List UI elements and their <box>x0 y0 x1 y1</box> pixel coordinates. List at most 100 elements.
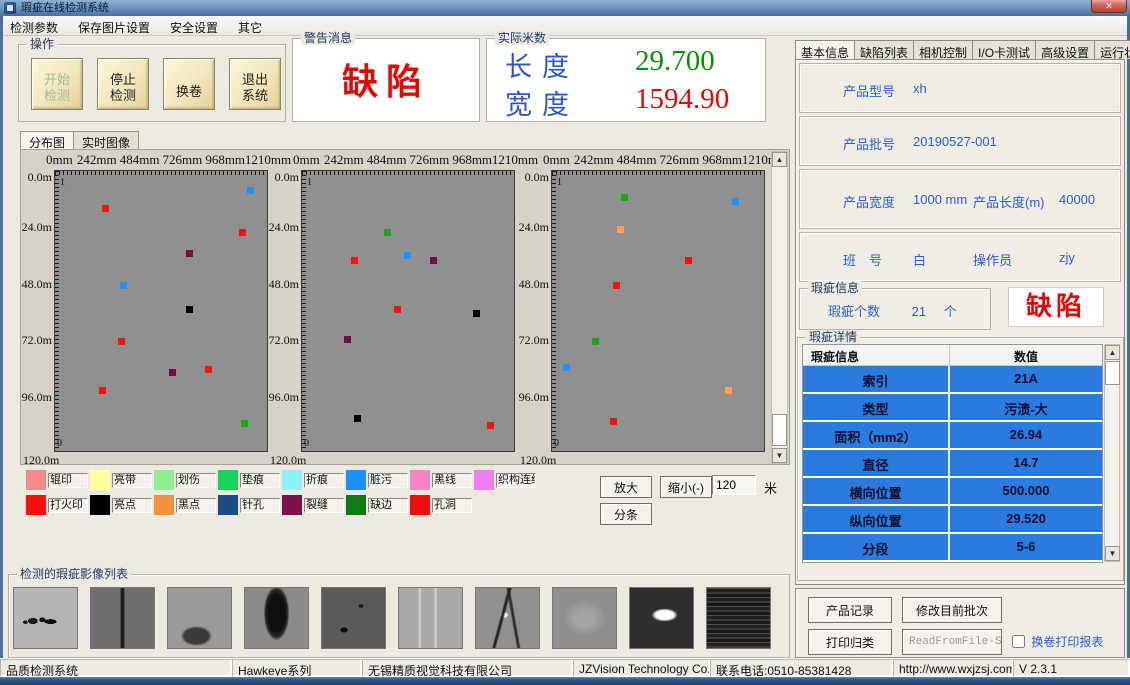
tab-实时图像[interactable]: 实时图像 <box>73 131 139 149</box>
defect-point-green[interactable] <box>592 338 599 345</box>
product-record-button[interactable]: 产品记录 <box>808 597 892 623</box>
tab-相机控制[interactable]: 相机控制 <box>913 40 973 59</box>
print-classify-button[interactable]: 打印归类 <box>808 629 892 655</box>
table-row-分段[interactable]: 分段5-6 <box>803 534 1102 560</box>
tab-缺陷列表[interactable]: 缺陷列表 <box>854 40 914 59</box>
scrollbar-thumb[interactable] <box>1105 361 1120 385</box>
table-row-横向位置[interactable]: 横向位置500.000 <box>803 478 1102 504</box>
table-cell-label: 索引 <box>803 366 950 392</box>
status-bar: 品质检测系统Hawkeye系列无锡精质视觉科技有限公司JZVision Tech… <box>0 658 1130 676</box>
defect-thumbnail-8[interactable] <box>552 587 617 649</box>
defect-point-red[interactable] <box>205 366 212 373</box>
defect-thumbnail-5[interactable] <box>321 587 386 649</box>
length-range-input[interactable] <box>712 475 756 495</box>
defect-point-red[interactable] <box>239 229 246 236</box>
plot-scrollbar[interactable]: ▲▼ <box>771 151 788 464</box>
defect-point-red[interactable] <box>118 338 125 345</box>
defect-point-blue[interactable] <box>120 282 127 289</box>
defect-point-green[interactable] <box>241 420 248 427</box>
op-button-4[interactable]: 退出系统 <box>229 58 281 110</box>
op-button-2[interactable]: 停止检测 <box>97 58 149 110</box>
legend-label: 织构连绵 <box>496 473 536 488</box>
defect-point-red[interactable] <box>99 387 106 394</box>
defect-thumbnail-2[interactable] <box>90 587 155 649</box>
defect-count-label: 瑕疵个数 <box>828 304 880 319</box>
defect-point-red[interactable] <box>613 282 620 289</box>
defect-point-green[interactable] <box>384 229 391 236</box>
defect-point-orange[interactable] <box>725 387 732 394</box>
table-row-直径[interactable]: 直径14.7 <box>803 450 1102 476</box>
read-from-file-button[interactable]: ReadFromFile-SIM <box>902 629 1002 655</box>
defect-point-blue[interactable] <box>404 252 411 259</box>
zoom-out-button[interactable]: 缩小(-) <box>660 476 712 498</box>
menu-item-安全设置[interactable]: 安全设置 <box>160 16 228 36</box>
split-button[interactable]: 分条 <box>600 503 652 525</box>
tab-分布图[interactable]: 分布图 <box>20 131 74 149</box>
defect-point-blue[interactable] <box>247 187 254 194</box>
tab-运行状态信息[interactable]: 运行状态信息 <box>1094 40 1130 59</box>
table-row-纵向位置[interactable]: 纵向位置29.520 <box>803 506 1102 532</box>
close-button[interactable]: ✕ <box>1091 0 1127 13</box>
scroll-down-icon[interactable]: ▼ <box>772 448 787 463</box>
menu-bar: 检测参数保存图片设置安全设置其它 <box>0 16 1130 36</box>
defect-point-black[interactable] <box>473 310 480 317</box>
defect-point-purple[interactable] <box>430 257 437 264</box>
scrollbar-thumb[interactable] <box>772 414 787 446</box>
legend-item-划伤: 划伤 <box>154 470 218 490</box>
defect-thumbnail-4[interactable] <box>244 587 309 649</box>
table-row-面积（mm2）[interactable]: 面积（mm2）26.94 <box>803 422 1102 448</box>
defect-point-red[interactable] <box>685 257 692 264</box>
menu-item-其它[interactable]: 其它 <box>228 16 272 36</box>
defect-point-red[interactable] <box>394 306 401 313</box>
table-scrollbar[interactable]: ▲ ▼ <box>1104 344 1120 562</box>
tab-I/O卡测试[interactable]: I/O卡测试 <box>972 40 1036 59</box>
defect-thumbnail-10[interactable] <box>706 587 771 649</box>
legend-label: 亮带 <box>112 473 152 488</box>
defect-thumbnail-7[interactable] <box>475 587 540 649</box>
print-report-checkbox[interactable] <box>1012 635 1025 648</box>
width-value: 1594.90 <box>635 83 729 116</box>
defect-thumbnail-1[interactable] <box>13 587 78 649</box>
legend-swatch <box>90 495 110 515</box>
zoom-in-button[interactable]: 放大(+) <box>600 476 652 498</box>
defect-point-purple[interactable] <box>186 250 193 257</box>
modify-batch-button[interactable]: 修改目前批次 <box>902 597 1002 623</box>
plot-canvas[interactable]: 10 <box>551 170 765 452</box>
defect-point-blue[interactable] <box>732 198 739 205</box>
warning-message: 缺陷 <box>293 53 479 105</box>
defect-thumbnail-6[interactable] <box>398 587 463 649</box>
defect-point-red[interactable] <box>610 418 617 425</box>
field-row-2: 产品批号20190527-001 <box>800 117 1120 165</box>
table-row-类型[interactable]: 类型污渍-大 <box>803 394 1102 420</box>
tab-基本信息[interactable]: 基本信息 <box>795 40 855 59</box>
defect-point-red[interactable] <box>487 422 494 429</box>
defect-point-orange[interactable] <box>617 226 624 233</box>
defect-point-green[interactable] <box>621 194 628 201</box>
menu-item-检测参数[interactable]: 检测参数 <box>0 16 68 36</box>
status-segment-2: Hawkeye系列 <box>232 659 362 677</box>
table-row-索引[interactable]: 索引21A <box>803 366 1102 392</box>
defect-point-red[interactable] <box>102 205 109 212</box>
menu-item-保存图片设置[interactable]: 保存图片设置 <box>68 16 160 36</box>
field-label: 产品型号 <box>843 81 895 100</box>
defect-thumbnail-3[interactable] <box>167 587 232 649</box>
scroll-up-icon[interactable]: ▲ <box>1105 345 1120 360</box>
op-button-1[interactable]: 开始检测 <box>31 58 83 110</box>
plot-canvas[interactable]: 10 <box>301 170 515 452</box>
defect-point-red[interactable] <box>351 257 358 264</box>
defect-point-blue[interactable] <box>563 364 570 371</box>
defect-point-purple[interactable] <box>169 369 176 376</box>
defect-point-purple[interactable] <box>344 336 351 343</box>
op-button-3[interactable]: 换卷 <box>163 58 215 110</box>
scroll-up-icon[interactable]: ▲ <box>772 152 787 167</box>
defect-thumbnail-9[interactable] <box>629 587 694 649</box>
tab-高级设置[interactable]: 高级设置 <box>1035 40 1095 59</box>
defect-point-black[interactable] <box>354 415 361 422</box>
status-segment-5: 联系电话:0510-85381428 <box>710 659 893 677</box>
scroll-down-icon[interactable]: ▼ <box>1105 546 1120 561</box>
legend-label: 打火印 <box>48 498 88 513</box>
defect-point-black[interactable] <box>186 306 193 313</box>
x-axis-tick-label: 242mm <box>77 152 117 168</box>
table-cell-value: 29.520 <box>950 506 1102 532</box>
plot-canvas[interactable]: 10 <box>54 170 268 452</box>
